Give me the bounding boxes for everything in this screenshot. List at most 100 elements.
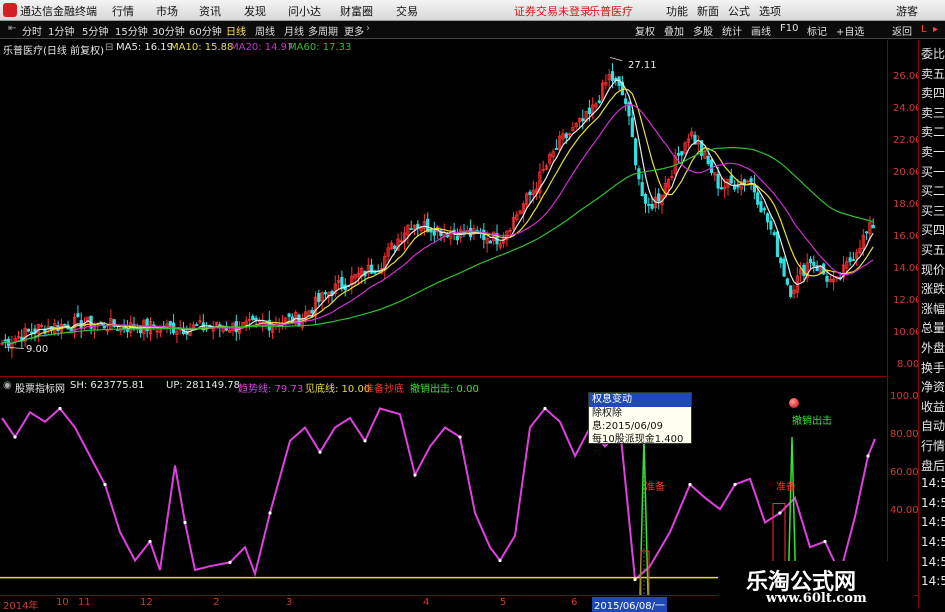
quote-panel-label: 盘后 bbox=[921, 458, 945, 473]
candle-body bbox=[749, 178, 753, 182]
tooltip-line2: 每10股派现金1.400元 bbox=[592, 434, 684, 458]
trend-dot bbox=[458, 435, 462, 439]
menu-trade[interactable]: 交易 bbox=[396, 3, 418, 19]
candle-body bbox=[772, 232, 776, 236]
quote-panel-label: 涨幅 bbox=[921, 301, 945, 316]
xtick: 11 bbox=[78, 597, 91, 608]
period-1min[interactable]: 1分钟 bbox=[48, 23, 74, 38]
candle-body bbox=[630, 117, 634, 138]
period-toolbar: ⇤ 分时 1分钟 5分钟 15分钟 30分钟 60分钟 日线 周线 月线 多周期… bbox=[0, 21, 945, 39]
quote-panel-label: 行情 bbox=[921, 439, 945, 453]
menu-formula[interactable]: 公式 bbox=[728, 3, 750, 19]
menu-ask[interactable]: 问小达 bbox=[288, 3, 321, 19]
menu-guest[interactable]: 游客 bbox=[896, 3, 918, 19]
xtick: 5 bbox=[500, 597, 507, 608]
trend-dot bbox=[633, 577, 637, 582]
xtick: 4 bbox=[423, 597, 430, 608]
btn-overlay[interactable]: 叠加 bbox=[664, 23, 684, 38]
trend-dot bbox=[866, 454, 870, 458]
trend-dot bbox=[778, 511, 782, 515]
high-price-label: 27.11 bbox=[628, 60, 657, 71]
candle-body bbox=[709, 159, 714, 174]
quote-panel-label: 卖一 bbox=[921, 145, 945, 159]
stock-name-link[interactable]: 乐普医疗 bbox=[589, 3, 633, 19]
period-weekly[interactable]: 周线 bbox=[255, 23, 275, 38]
candle-body bbox=[195, 324, 199, 327]
menu-new-page[interactable]: 新面 bbox=[697, 3, 719, 19]
btn-back[interactable]: 返回 bbox=[892, 23, 912, 38]
menu-options[interactable]: 选项 bbox=[759, 3, 781, 19]
candle-body bbox=[287, 313, 291, 317]
trend-dot bbox=[413, 473, 417, 477]
period-30min[interactable]: 30分钟 bbox=[152, 23, 185, 38]
period-daily[interactable]: 日线 bbox=[226, 23, 246, 38]
period-monthly[interactable]: 月线 bbox=[284, 23, 304, 38]
candle-body bbox=[581, 118, 585, 122]
candle-body bbox=[650, 203, 654, 209]
btn-restore-rights[interactable]: 复权 bbox=[635, 23, 655, 38]
candle-body bbox=[624, 98, 628, 105]
trend-line bbox=[1, 407, 876, 582]
xtick: 2014年 bbox=[3, 601, 39, 612]
menu-quotes[interactable]: 行情 bbox=[112, 3, 134, 19]
ytick: 80.00 bbox=[890, 429, 919, 440]
quote-panel-label: 14:5 bbox=[921, 535, 945, 549]
btn-multi-stock[interactable]: 多股 bbox=[693, 23, 713, 38]
login-notice[interactable]: 证券交易未登录 bbox=[514, 3, 591, 19]
period-more[interactable]: 更多 bbox=[344, 23, 364, 38]
menu-function[interactable]: 功能 bbox=[666, 3, 688, 19]
low-marker-line bbox=[4, 346, 25, 349]
toolbar-arrow-icon[interactable]: ⇤ bbox=[8, 23, 16, 34]
trend-dot bbox=[58, 406, 62, 411]
axis-divider bbox=[887, 40, 888, 595]
menu-market[interactable]: 市场 bbox=[156, 3, 178, 19]
btn-f10[interactable]: F10 bbox=[780, 23, 798, 34]
ma20-line bbox=[1, 104, 874, 344]
ytick: 8.00 bbox=[897, 359, 920, 370]
candle-body bbox=[3, 339, 7, 342]
low-price-label: 9.00 bbox=[26, 344, 49, 355]
btn-stats[interactable]: 统计 bbox=[722, 23, 742, 38]
candle-body bbox=[254, 317, 258, 321]
period-60min[interactable]: 60分钟 bbox=[189, 23, 222, 38]
candle-body bbox=[554, 148, 559, 150]
period-time[interactable]: 分时 bbox=[22, 23, 42, 38]
btn-add-favorite[interactable]: +自选 bbox=[836, 23, 864, 38]
ma5-line bbox=[1, 79, 874, 344]
candle-body bbox=[528, 191, 532, 195]
xtick: 2 bbox=[213, 597, 220, 608]
indicator-sh: SH: 623775.81 bbox=[70, 380, 145, 391]
pane-divider[interactable] bbox=[0, 376, 887, 377]
quote-panel-label: 买二 bbox=[921, 184, 945, 199]
candle-body bbox=[468, 227, 473, 238]
period-5min[interactable]: 5分钟 bbox=[82, 23, 108, 38]
trend-dot bbox=[228, 560, 232, 565]
btn-draw[interactable]: 画线 bbox=[751, 23, 771, 38]
menu-wealth[interactable]: 财富圈 bbox=[340, 3, 373, 19]
candle-body bbox=[634, 138, 638, 166]
btn-mark[interactable]: 标记 bbox=[807, 23, 827, 38]
panel-expand-icon[interactable]: ▸ bbox=[933, 24, 938, 35]
quote-panel-label: 委比 bbox=[921, 47, 945, 61]
candle-body bbox=[393, 245, 397, 249]
candle-body bbox=[168, 321, 172, 326]
trend-dot bbox=[823, 539, 827, 544]
quote-panel-label: 14:5 bbox=[921, 554, 945, 569]
menu-news[interactable]: 资讯 bbox=[199, 3, 221, 19]
quote-panel-label: 买一 bbox=[921, 164, 945, 179]
quote-panel-label: 卖四 bbox=[921, 86, 945, 101]
chevron-right-icon[interactable]: › bbox=[366, 23, 370, 34]
indicator-toggle-icon[interactable]: ◉ bbox=[3, 380, 12, 391]
quote-side-panel: 委比 卖五 卖四 卖三 卖二 卖一 买一 买二 买三 买四 买五 现价 涨跌 涨幅 总量 外盘 换手 净资 收益 自动… bbox=[918, 40, 945, 609]
indicator-title[interactable]: 股票指标网 bbox=[15, 380, 65, 395]
indicator-prepare: 准备抄底 bbox=[364, 384, 404, 395]
candle-body bbox=[706, 156, 710, 164]
price-chart[interactable] bbox=[0, 40, 887, 595]
period-15min[interactable]: 15分钟 bbox=[115, 23, 148, 38]
candle-body bbox=[865, 231, 869, 234]
period-multi[interactable]: 多周期 bbox=[308, 23, 338, 38]
watermark-url: www.60lt.com bbox=[766, 591, 867, 606]
candle-body bbox=[716, 173, 720, 189]
trend-dot bbox=[363, 439, 367, 443]
menu-discover[interactable]: 发现 bbox=[244, 3, 266, 19]
